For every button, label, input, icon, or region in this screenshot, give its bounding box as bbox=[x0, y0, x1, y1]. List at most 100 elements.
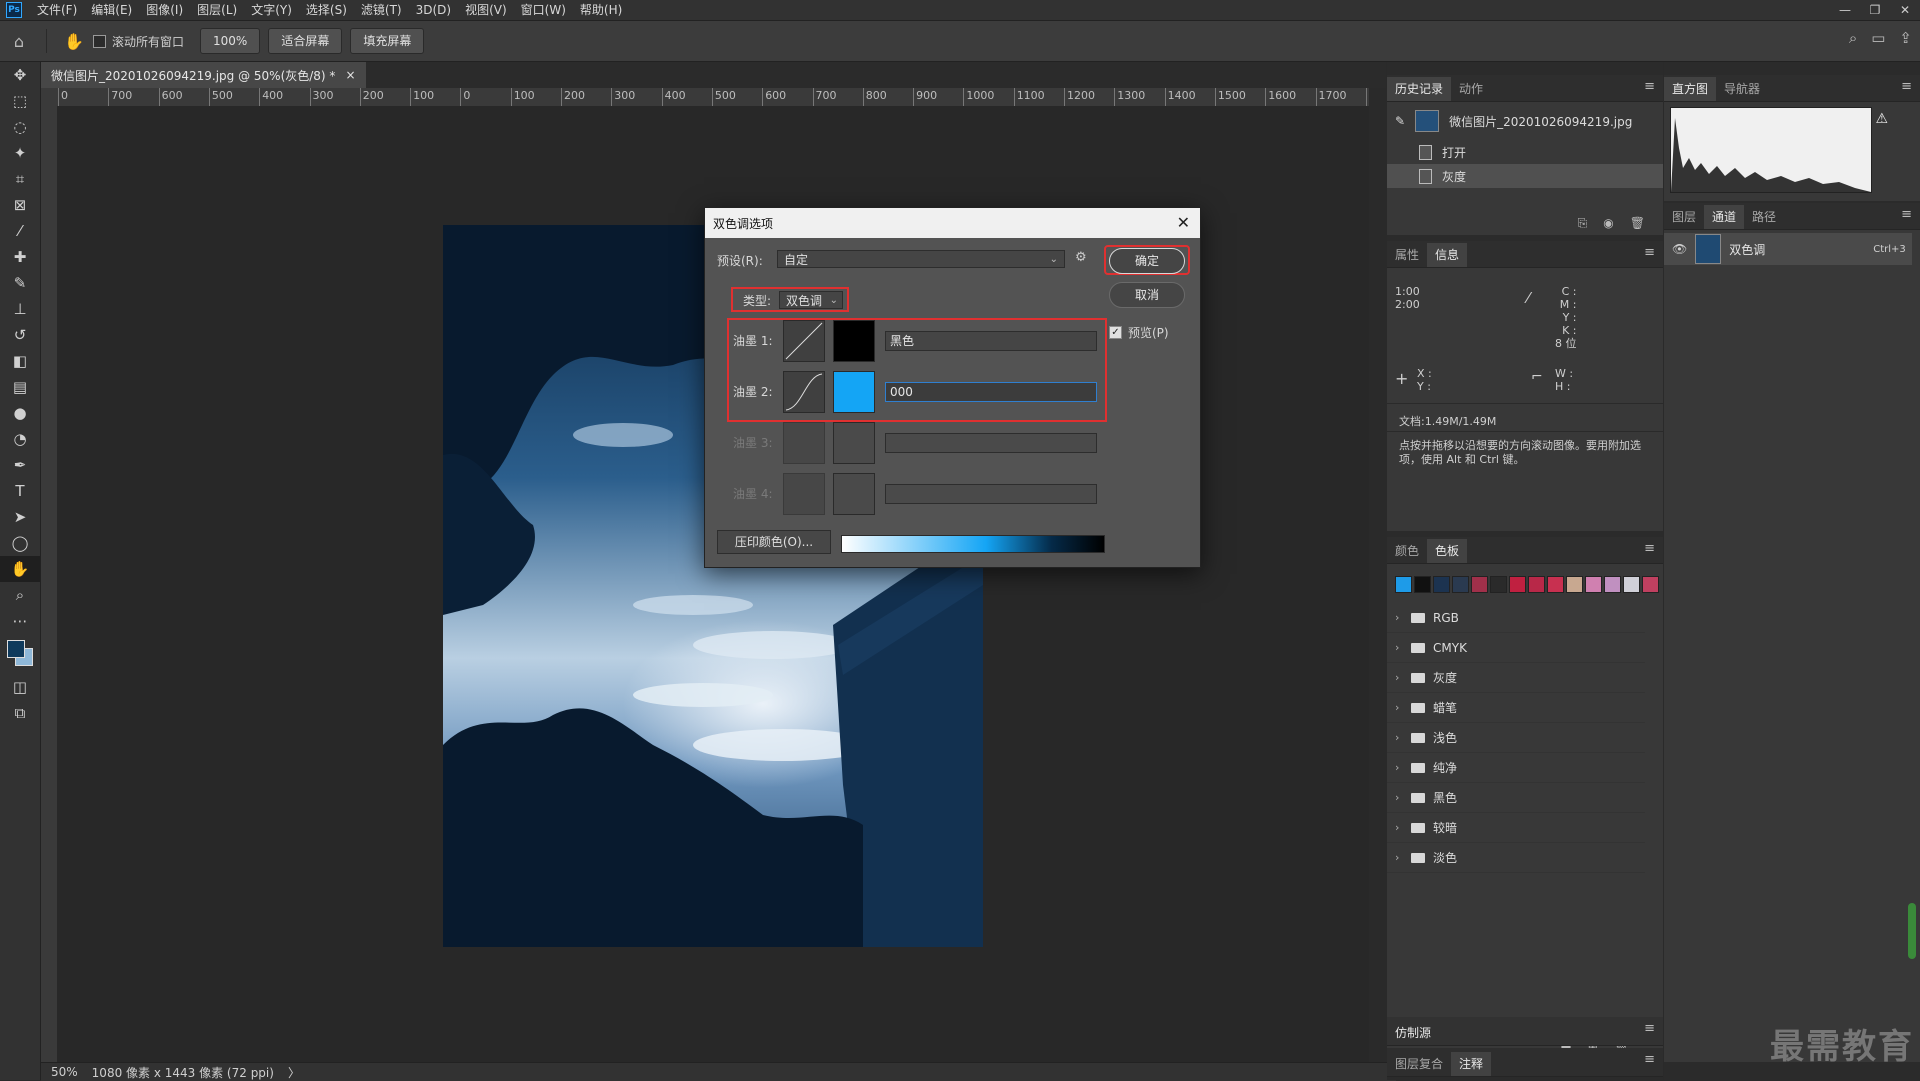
marquee-tool-icon[interactable]: ⬚ bbox=[0, 88, 40, 114]
magic-wand-tool-icon[interactable]: ✦ bbox=[0, 140, 40, 166]
panel-menu-icon[interactable]: ≡ bbox=[1644, 1021, 1655, 1036]
color-swatches[interactable] bbox=[0, 634, 40, 674]
warning-icon[interactable]: ⚠ bbox=[1875, 111, 1888, 127]
ink-2-curve[interactable] bbox=[783, 371, 825, 413]
menu-3d[interactable]: 3D(D) bbox=[409, 0, 458, 20]
type-select[interactable]: 双色调 ⌄ bbox=[779, 291, 843, 309]
screen-mode-icon[interactable]: ⧉ bbox=[0, 700, 40, 726]
camera-icon[interactable]: ◉ bbox=[1603, 216, 1613, 231]
menu-view[interactable]: 视图(V) bbox=[458, 0, 514, 20]
history-brush-tool-icon[interactable]: ↺ bbox=[0, 322, 40, 348]
lasso-tool-icon[interactable]: ◌ bbox=[0, 114, 40, 140]
tab-paths[interactable]: 路径 bbox=[1744, 205, 1784, 229]
tab-layers[interactable]: 图层 bbox=[1664, 205, 1704, 229]
panel-scrollbar[interactable] bbox=[1908, 903, 1916, 959]
swatch-folder-cmyk[interactable]: ›CMYK bbox=[1387, 633, 1645, 663]
color-swatch[interactable] bbox=[1414, 576, 1431, 593]
color-swatch[interactable] bbox=[1490, 576, 1507, 593]
tab-notes[interactable]: 注释 bbox=[1451, 1052, 1491, 1076]
trash-icon[interactable]: 🗑 bbox=[1630, 216, 1645, 231]
color-swatch[interactable] bbox=[1642, 576, 1659, 593]
move-tool-icon[interactable]: ✥ bbox=[0, 62, 40, 88]
eyedropper-tool-icon[interactable]: ⁄ bbox=[0, 218, 40, 244]
swatch-folder-darker[interactable]: ›较暗 bbox=[1387, 813, 1645, 843]
color-swatch[interactable] bbox=[1452, 576, 1469, 593]
color-swatch[interactable] bbox=[1547, 576, 1564, 593]
color-swatch[interactable] bbox=[1528, 576, 1545, 593]
tab-layer-comps[interactable]: 图层复合 bbox=[1387, 1052, 1451, 1076]
tab-info[interactable]: 信息 bbox=[1427, 243, 1467, 267]
blur-tool-icon[interactable]: ● bbox=[0, 400, 40, 426]
menu-help[interactable]: 帮助(H) bbox=[573, 0, 629, 20]
swatch-folder-light[interactable]: ›浅色 bbox=[1387, 723, 1645, 753]
document-tab[interactable]: 微信图片_20201026094219.jpg @ 50%(灰色/8) * × bbox=[41, 62, 366, 88]
color-swatch[interactable] bbox=[1471, 576, 1488, 593]
tab-color[interactable]: 颜色 bbox=[1387, 539, 1427, 563]
zoom-tool-icon[interactable]: ⌕ bbox=[0, 582, 40, 608]
tab-navigator[interactable]: 导航器 bbox=[1716, 77, 1768, 101]
menu-window[interactable]: 窗口(W) bbox=[514, 0, 573, 20]
swatch-folder-dark[interactable]: ›黑色 bbox=[1387, 783, 1645, 813]
swatch-folder-pastel[interactable]: ›蜡笔 bbox=[1387, 693, 1645, 723]
crop-tool-icon[interactable]: ⌗ bbox=[0, 166, 40, 192]
overprint-colors-button[interactable]: 压印颜色(O)... bbox=[717, 530, 831, 554]
color-swatch[interactable] bbox=[1623, 576, 1640, 593]
panel-menu-icon[interactable]: ≡ bbox=[1901, 79, 1912, 94]
dodge-tool-icon[interactable]: ◔ bbox=[0, 426, 40, 452]
menu-edit[interactable]: 编辑(E) bbox=[84, 0, 139, 20]
menu-file[interactable]: 文件(F) bbox=[30, 0, 84, 20]
tab-channels[interactable]: 通道 bbox=[1704, 205, 1744, 229]
workspace-icon[interactable]: ▭ bbox=[1871, 29, 1885, 47]
fit-screen-button[interactable]: 适合屏幕 bbox=[268, 28, 342, 54]
quick-mask-icon[interactable]: ◫ bbox=[0, 674, 40, 700]
restore-button[interactable]: ❐ bbox=[1860, 0, 1890, 20]
path-selection-tool-icon[interactable]: ➤ bbox=[0, 504, 40, 530]
preset-select[interactable]: 自定 ⌄ bbox=[777, 250, 1065, 268]
minimize-button[interactable]: — bbox=[1830, 0, 1860, 20]
swatch-folder-grayscale[interactable]: ›灰度 bbox=[1387, 663, 1645, 693]
close-tab-icon[interactable]: × bbox=[345, 68, 355, 82]
tab-clone-source[interactable]: 仿制源 bbox=[1387, 1021, 1439, 1045]
history-item-grayscale[interactable]: 灰度 bbox=[1387, 164, 1663, 188]
swatch-folder-rgb[interactable]: ›RGB bbox=[1387, 603, 1645, 633]
ink-2-color[interactable] bbox=[833, 371, 875, 413]
color-swatch[interactable] bbox=[1566, 576, 1583, 593]
tab-swatches[interactable]: 色板 bbox=[1427, 539, 1467, 563]
swatch-folder-pure[interactable]: ›纯净 bbox=[1387, 753, 1645, 783]
menu-select[interactable]: 选择(S) bbox=[299, 0, 354, 20]
gear-icon[interactable]: ⚙ bbox=[1075, 250, 1087, 265]
tab-properties[interactable]: 属性 bbox=[1387, 243, 1427, 267]
hand-tool-icon[interactable]: ✋ bbox=[0, 556, 40, 582]
ink-2-name-input[interactable]: 000 bbox=[885, 382, 1097, 402]
tab-histogram[interactable]: 直方图 bbox=[1664, 77, 1716, 101]
new-document-icon[interactable]: ⎘ bbox=[1578, 216, 1588, 231]
color-swatch[interactable] bbox=[1585, 576, 1602, 593]
channel-row-duotone[interactable]: 👁 双色调 Ctrl+3 bbox=[1664, 233, 1912, 265]
ink-1-curve[interactable] bbox=[783, 320, 825, 362]
menu-filter[interactable]: 滤镜(T) bbox=[354, 0, 409, 20]
color-swatch[interactable] bbox=[1604, 576, 1621, 593]
type-tool-icon[interactable]: T bbox=[0, 478, 40, 504]
swatch-folder-pale[interactable]: ›淡色 bbox=[1387, 843, 1645, 873]
color-swatch[interactable] bbox=[1509, 576, 1526, 593]
scroll-all-checkbox[interactable] bbox=[93, 35, 106, 48]
menu-type[interactable]: 文字(Y) bbox=[244, 0, 299, 20]
search-icon[interactable]: ⌕ bbox=[1849, 29, 1857, 47]
color-swatch[interactable] bbox=[1395, 576, 1412, 593]
menu-image[interactable]: 图像(I) bbox=[139, 0, 190, 20]
panel-menu-icon[interactable]: ≡ bbox=[1644, 79, 1655, 94]
preview-toggle[interactable]: ✓ 预览(P) bbox=[1109, 324, 1169, 341]
tab-history[interactable]: 历史记录 bbox=[1387, 77, 1451, 101]
frame-tool-icon[interactable]: ⊠ bbox=[0, 192, 40, 218]
dialog-close-icon[interactable]: ✕ bbox=[1177, 213, 1190, 232]
ellipse-tool-icon[interactable]: ◯ bbox=[0, 530, 40, 556]
zoom-100-button[interactable]: 100% bbox=[200, 28, 260, 54]
panel-menu-icon[interactable]: ≡ bbox=[1644, 245, 1655, 260]
status-zoom[interactable]: 50% bbox=[51, 1065, 78, 1079]
eraser-tool-icon[interactable]: ◧ bbox=[0, 348, 40, 374]
preview-checkbox[interactable]: ✓ bbox=[1109, 326, 1122, 339]
scroll-all-windows-toggle[interactable]: 滚动所有窗口 bbox=[93, 33, 184, 50]
brush-tool-icon[interactable]: ✎ bbox=[0, 270, 40, 296]
close-window-button[interactable]: ✕ bbox=[1890, 0, 1920, 20]
ok-button[interactable]: 确定 bbox=[1109, 248, 1185, 274]
